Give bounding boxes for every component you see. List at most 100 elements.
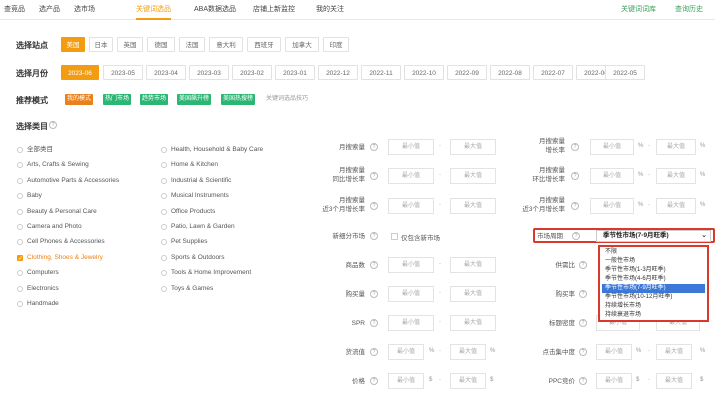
category-item[interactable]: Health, Household & Baby Care — [161, 145, 263, 155]
dropdown-option-selected[interactable]: 季节性市场(7-9月旺季) — [602, 284, 705, 293]
month-option[interactable]: 2023-03 — [189, 65, 229, 80]
help-icon[interactable]: ? — [370, 172, 378, 180]
help-icon[interactable]: ? — [579, 261, 587, 269]
help-icon[interactable]: ? — [370, 348, 378, 356]
tab-aba-product[interactable]: ABA数据选品 — [194, 0, 236, 20]
tab-store-monitor[interactable]: 店铺上新监控 — [253, 0, 295, 20]
max-input[interactable]: 最大值 — [450, 315, 496, 331]
site-option[interactable]: 英国 — [117, 37, 143, 52]
dropdown-option[interactable]: 季节性市场(10-12月旺季) — [602, 293, 705, 302]
help-icon[interactable]: ? — [49, 121, 57, 129]
category-item[interactable]: Musical Instruments — [161, 191, 229, 201]
site-option[interactable]: 意大利 — [209, 37, 243, 52]
help-icon[interactable]: ? — [370, 232, 378, 240]
help-icon[interactable]: ? — [370, 377, 378, 385]
category-item[interactable]: Sports & Outdoors — [161, 253, 224, 263]
market-cycle-select[interactable]: 季节性市场(7-9月旺季) ⌄ — [596, 230, 711, 242]
min-input[interactable]: 最小值 — [388, 139, 434, 155]
help-icon[interactable]: ? — [579, 348, 587, 356]
help-icon[interactable]: ? — [572, 232, 580, 240]
month-option[interactable]: 2023-04 — [146, 65, 186, 80]
tab-my-follows[interactable]: 我的关注 — [316, 0, 344, 20]
max-input[interactable]: 最大值 — [450, 198, 496, 214]
dropdown-option[interactable]: 持续增长市场 — [602, 302, 705, 311]
month-option[interactable]: 2022-09 — [447, 65, 487, 80]
help-icon[interactable]: ? — [571, 172, 579, 180]
month-option[interactable]: 2022-11 — [361, 65, 401, 80]
min-input[interactable]: 最小值 — [388, 315, 434, 331]
mode-tag-hot-market[interactable]: 热门市场 — [103, 94, 132, 105]
max-input[interactable]: 最大值 — [450, 344, 486, 360]
month-option[interactable]: 2023-01 — [275, 65, 315, 80]
month-option[interactable]: 2023-02 — [232, 65, 272, 80]
max-input[interactable]: 最大值 — [656, 139, 696, 155]
category-item[interactable]: Pet Supplies — [161, 237, 208, 247]
category-item[interactable]: Cell Phones & Accessories — [17, 237, 105, 247]
max-input[interactable]: 最大值 — [450, 168, 496, 184]
category-item[interactable]: Beauty & Personal Care — [17, 207, 97, 217]
category-item[interactable]: Automotive Parts & Accessories — [17, 176, 119, 186]
category-item[interactable]: 全部类目 — [17, 145, 53, 155]
mode-tag-trend-market[interactable]: 趋势市场 — [140, 94, 169, 105]
mode-tag-my-mode[interactable]: 我的模式 — [65, 94, 94, 105]
site-option[interactable]: 日本 — [89, 37, 113, 52]
keyword-library-link[interactable]: 关键词词库 — [621, 0, 656, 20]
category-item[interactable]: Computers — [17, 268, 59, 278]
month-option[interactable]: 2022-07 — [533, 65, 573, 80]
category-item[interactable]: Tools & Home Improvement — [161, 268, 251, 278]
category-item[interactable]: Arts, Crafts & Sewing — [17, 160, 89, 170]
dropdown-option[interactable]: 不限 — [602, 248, 705, 257]
min-input[interactable]: 最小值 — [596, 344, 632, 360]
help-icon[interactable]: ? — [571, 202, 579, 210]
min-input[interactable]: 最小值 — [590, 168, 634, 184]
category-item[interactable]: Electronics — [17, 284, 59, 294]
min-input[interactable]: 最小值 — [590, 198, 634, 214]
help-icon[interactable]: ? — [370, 319, 378, 327]
help-icon[interactable]: ? — [370, 290, 378, 298]
min-input[interactable]: 最小值 — [388, 257, 434, 273]
month-option[interactable]: 2022-10 — [404, 65, 444, 80]
query-history-link[interactable]: 查询历史 — [675, 0, 703, 20]
category-item[interactable]: Home & Kitchen — [161, 160, 218, 170]
max-input[interactable]: 最大值 — [656, 168, 696, 184]
dropdown-option[interactable]: 一般性市场 — [602, 257, 705, 266]
help-icon[interactable]: ? — [370, 261, 378, 269]
dropdown-option[interactable]: 季节性市场(4-6月旺季) — [602, 275, 705, 284]
help-icon[interactable]: ? — [571, 143, 579, 151]
month-option[interactable]: 2022-12 — [318, 65, 358, 80]
min-input[interactable]: 最小值 — [388, 344, 424, 360]
tab-keyword-product[interactable]: 关键词选品 — [136, 0, 171, 20]
help-icon[interactable]: ? — [579, 290, 587, 298]
category-item[interactable]: Baby — [17, 191, 42, 201]
tab-select-market[interactable]: 选市场 — [74, 0, 95, 20]
help-icon[interactable]: ? — [579, 319, 587, 327]
site-option[interactable]: 美国 — [61, 37, 85, 52]
min-input[interactable]: 最小值 — [590, 139, 634, 155]
keyword-tips-link[interactable]: 关键词选品技巧 — [264, 94, 310, 105]
category-item[interactable]: Patio, Lawn & Garden — [161, 222, 235, 232]
category-item[interactable]: Toys & Games — [161, 284, 213, 294]
max-input[interactable]: 最大值 — [450, 286, 496, 302]
min-input[interactable]: 最小值 — [388, 373, 424, 389]
site-option[interactable]: 西班牙 — [247, 37, 281, 52]
category-item[interactable]: Handmade — [17, 299, 59, 309]
month-option[interactable]: 2023-06 — [61, 65, 99, 80]
min-input[interactable]: 最小值 — [388, 168, 434, 184]
site-option[interactable]: 印度 — [323, 37, 349, 52]
help-icon[interactable]: ? — [370, 202, 378, 210]
min-input[interactable]: 最小值 — [388, 198, 434, 214]
month-option[interactable]: 2023-05 — [103, 65, 143, 80]
dropdown-option[interactable]: 季节性市场(1-3月旺季) — [602, 266, 705, 275]
max-input[interactable]: 最大值 — [450, 139, 496, 155]
site-option[interactable]: 加拿大 — [285, 37, 319, 52]
min-input[interactable]: 最小值 — [596, 373, 632, 389]
help-icon[interactable]: ? — [370, 143, 378, 151]
dropdown-option[interactable]: 持续衰退市场 — [602, 311, 705, 320]
min-input[interactable]: 最小值 — [388, 286, 434, 302]
category-item[interactable]: Office Products — [161, 207, 215, 217]
category-item[interactable]: Camera and Photo — [17, 222, 82, 232]
max-input[interactable]: 最大值 — [656, 344, 692, 360]
max-input[interactable]: 最大值 — [656, 373, 692, 389]
tab-select-products[interactable]: 选产品 — [39, 0, 60, 20]
mode-tag-us-rising[interactable]: 美国飙升榜 — [177, 94, 212, 105]
